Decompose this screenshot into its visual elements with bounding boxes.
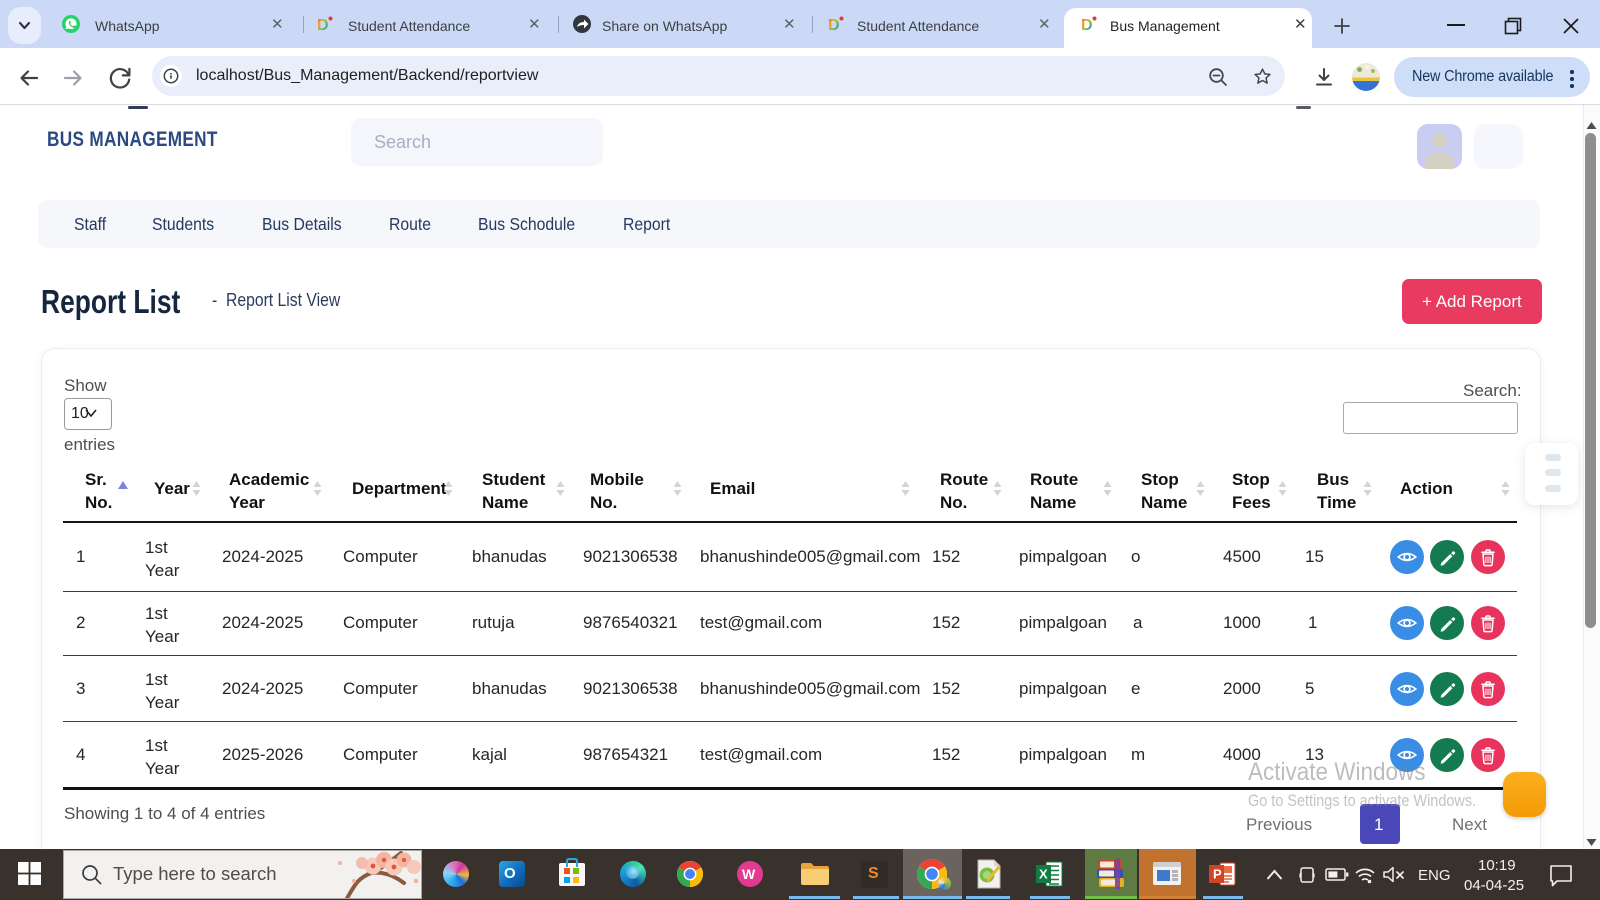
svg-text:D: D <box>828 17 840 33</box>
svg-text:P: P <box>1213 867 1222 882</box>
svg-text:D: D <box>1081 17 1093 33</box>
svg-text:D: D <box>317 17 329 33</box>
svg-text:X: X <box>1039 867 1048 882</box>
